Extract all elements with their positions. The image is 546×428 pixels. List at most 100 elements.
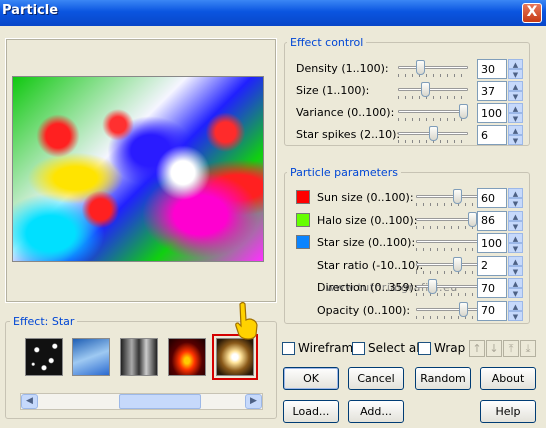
particle-opacity-value-input[interactable]	[477, 300, 507, 321]
close-button[interactable]: X	[522, 3, 542, 23]
slider-thumb[interactable]	[453, 256, 462, 272]
effect-density-spinbox: ▲▼	[477, 59, 523, 79]
ok-button[interactable]: OK	[283, 367, 339, 390]
effect-size-slider[interactable]	[398, 81, 468, 99]
spin-up-icon[interactable]: ▲	[508, 300, 523, 311]
spin-down-icon[interactable]: ▼	[508, 288, 523, 298]
particle-star-size-slider[interactable]	[416, 233, 486, 251]
slider-track	[416, 195, 486, 198]
spin-up-icon[interactable]: ▲	[508, 278, 523, 288]
cancel-button[interactable]: Cancel	[348, 367, 404, 390]
add-button[interactable]: Add...	[348, 400, 404, 423]
effect-thumb-star[interactable]	[216, 338, 254, 376]
wrap-checkbox[interactable]	[418, 342, 431, 355]
slider-thumb[interactable]	[459, 104, 468, 119]
spin-up-icon[interactable]: ▲	[508, 59, 523, 69]
spin-arrows: ▲ ▼	[508, 125, 523, 145]
effect-variance-value-input[interactable]	[477, 103, 507, 123]
particle-star-ratio-spinbox: ▲▼	[477, 255, 523, 276]
scroll-right-icon[interactable]: ▶	[245, 394, 262, 409]
scroll-left-icon[interactable]: ◀	[21, 394, 38, 409]
move-up-icon[interactable]: ↑	[469, 340, 485, 357]
slider-ticks	[398, 96, 468, 99]
slider-ticks	[416, 248, 486, 251]
about-button[interactable]: About	[480, 367, 536, 390]
slider-ticks	[416, 293, 486, 296]
particle-opacity-label: Opacity (0..100):	[317, 303, 411, 317]
slider-thumb[interactable]	[453, 189, 462, 204]
spin-down-icon[interactable]: ▼	[508, 69, 523, 79]
spin-up-icon[interactable]: ▲	[508, 188, 523, 198]
window-title: Particle	[2, 3, 59, 18]
spin-up-icon[interactable]: ▲	[508, 233, 523, 243]
spin-up-icon[interactable]: ▲	[508, 103, 523, 113]
random-button[interactable]: Random	[415, 367, 471, 390]
particle-halo-size-color-swatch[interactable]	[296, 212, 310, 227]
particle-star-size-spinbox: ▲▼	[477, 233, 523, 253]
effect-density-slider[interactable]	[398, 59, 468, 77]
slider-thumb[interactable]	[421, 82, 430, 97]
effect-thumb-smoke[interactable]	[120, 338, 158, 376]
particle-halo-size-value-input[interactable]	[477, 210, 507, 231]
particle-halo-size-label: Halo size (0..100):	[317, 213, 418, 227]
load-button[interactable]: Load...	[283, 400, 339, 423]
effect-thumb-fire[interactable]	[168, 338, 206, 376]
slider-track	[398, 110, 468, 113]
effect-star-spikes-spinbox: ▲▼	[477, 125, 523, 145]
particle-star-ratio-slider[interactable]	[416, 256, 486, 274]
slider-thumb[interactable]	[428, 279, 437, 294]
scroll-thumb[interactable]	[119, 394, 201, 409]
spin-down-icon[interactable]: ▼	[508, 220, 523, 231]
effect-horizontal-scrollbar[interactable]: ◀ ▶	[20, 393, 263, 410]
particle-dialog: Particle X www.tutorialgrafici.eu Effect…	[0, 0, 546, 428]
spin-arrows: ▲ ▼	[508, 210, 523, 231]
spin-down-icon[interactable]: ▼	[508, 198, 523, 208]
move-down-icon[interactable]: ↓	[486, 340, 502, 357]
slider-thumb[interactable]	[429, 126, 438, 141]
particle-opacity-spinbox: ▲▼	[477, 300, 523, 321]
slider-thumb[interactable]	[459, 301, 468, 317]
particle-sun-size-slider[interactable]	[416, 188, 486, 206]
effect-density-value-input[interactable]	[477, 59, 507, 79]
spin-down-icon[interactable]: ▼	[508, 135, 523, 145]
effect-size-value-input[interactable]	[477, 81, 507, 101]
slider-ticks	[398, 118, 468, 121]
effect-variance-slider[interactable]	[398, 103, 468, 121]
help-button[interactable]: Help	[480, 400, 536, 423]
effect-star-spikes-slider[interactable]	[398, 125, 468, 143]
spin-down-icon[interactable]: ▼	[508, 91, 523, 101]
slider-thumb[interactable]	[468, 211, 477, 227]
spin-down-icon[interactable]: ▼	[508, 310, 523, 321]
particle-star-size-value-input[interactable]	[477, 233, 507, 253]
spin-up-icon[interactable]: ▲	[508, 125, 523, 135]
spin-up-icon[interactable]: ▲	[508, 210, 523, 221]
spin-up-icon[interactable]: ▲	[508, 255, 523, 266]
effect-star-spikes-value-input[interactable]	[477, 125, 507, 145]
particle-direction-value-input[interactable]	[477, 278, 507, 298]
effect-thumb-snow[interactable]	[25, 338, 63, 376]
wireframe-checkbox[interactable]	[282, 342, 295, 355]
particle-sun-size-value-input[interactable]	[477, 188, 507, 208]
particle-halo-size-slider[interactable]	[416, 211, 486, 229]
spin-down-icon[interactable]: ▼	[508, 113, 523, 123]
wrap-label: Wrap	[434, 341, 466, 355]
particle-star-ratio-value-input[interactable]	[477, 255, 507, 276]
select-all-label: Select all	[368, 341, 423, 355]
particle-direction-slider[interactable]	[416, 278, 486, 296]
particle-opacity-slider[interactable]	[416, 301, 486, 319]
particle-star-size-color-swatch[interactable]	[296, 235, 310, 249]
move-bottom-icon[interactable]: ⤓	[520, 340, 536, 357]
select-all-checkbox[interactable]	[352, 342, 365, 355]
effect-density-label: Density (1..100):	[296, 62, 389, 75]
effect-thumb-clouds[interactable]	[72, 338, 110, 376]
spin-up-icon[interactable]: ▲	[508, 81, 523, 91]
effect-control-title: Effect control	[287, 36, 367, 49]
pointing-hand-icon	[235, 301, 258, 340]
spin-down-icon[interactable]: ▼	[508, 243, 523, 253]
spin-down-icon[interactable]: ▼	[508, 265, 523, 276]
spin-arrows: ▲ ▼	[508, 81, 523, 101]
particle-sun-size-color-swatch[interactable]	[296, 190, 310, 204]
slider-ticks	[416, 270, 486, 274]
move-top-icon[interactable]: ⤒	[503, 340, 519, 357]
slider-thumb[interactable]	[416, 60, 425, 75]
